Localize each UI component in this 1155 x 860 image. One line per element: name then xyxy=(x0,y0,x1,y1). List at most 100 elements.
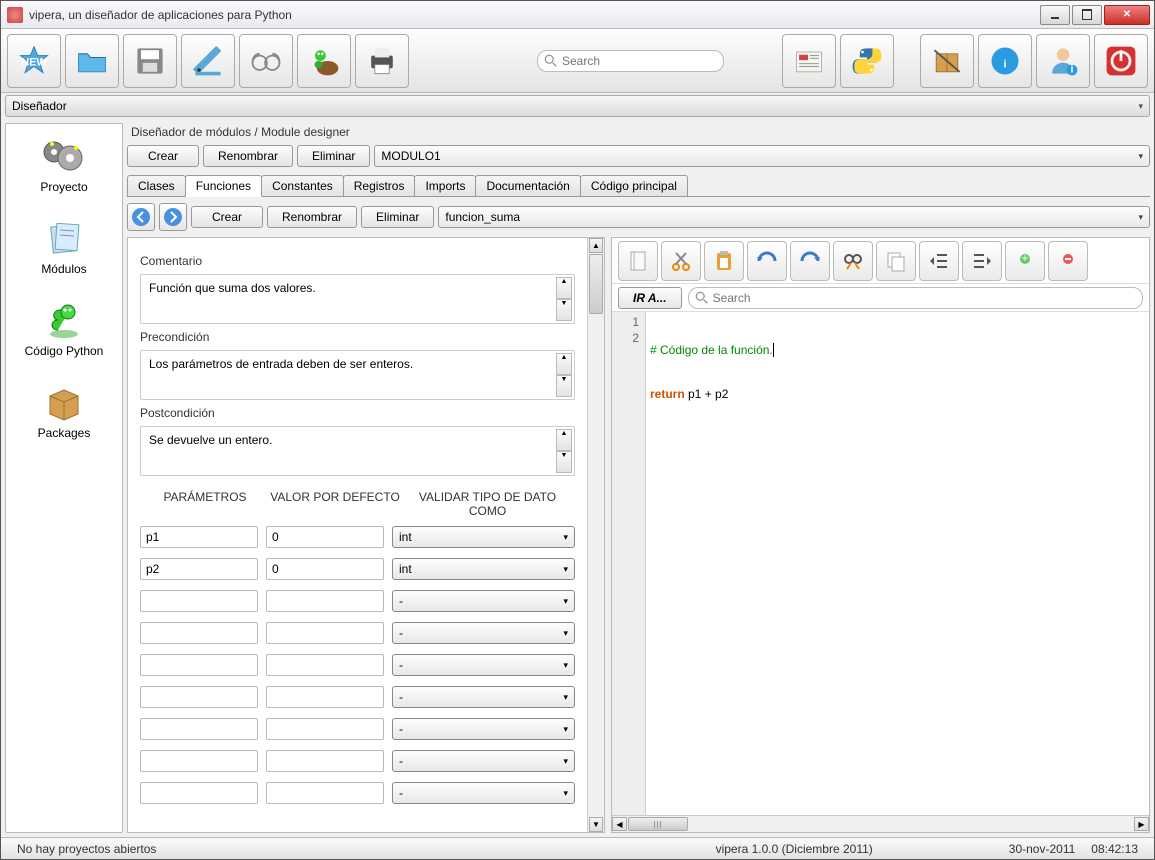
window-close-button[interactable] xyxy=(1104,5,1150,25)
comentario-field[interactable]: Función que suma dos valores. ▲▼ xyxy=(140,274,575,324)
nav-back-button[interactable] xyxy=(127,203,155,231)
param-type-combo[interactable]: - xyxy=(392,750,575,772)
ruler-button[interactable] xyxy=(181,34,235,88)
window-title: vipera, un diseñador de aplicaciones par… xyxy=(29,8,1038,22)
goto-button[interactable]: IR A... xyxy=(618,287,682,309)
python-button[interactable] xyxy=(840,34,894,88)
module-delete-button[interactable]: Eliminar xyxy=(297,145,370,167)
nav-codigo-python[interactable]: Código Python xyxy=(6,296,122,362)
param-name-input[interactable] xyxy=(140,526,258,548)
package-button[interactable] xyxy=(920,34,974,88)
param-type-combo[interactable]: int xyxy=(392,558,575,580)
editor-search-input[interactable] xyxy=(713,291,1136,305)
param-col-header: PARÁMETROS xyxy=(140,490,270,518)
new-button[interactable]: NEW xyxy=(7,34,61,88)
param-type-combo[interactable]: - xyxy=(392,782,575,804)
param-name-input[interactable] xyxy=(140,590,258,612)
form-scrollbar[interactable]: ▲▼ xyxy=(587,238,604,832)
spin-down-icon[interactable]: ▼ xyxy=(556,299,572,321)
user-button[interactable]: i xyxy=(1036,34,1090,88)
nav-proyecto[interactable]: Proyecto xyxy=(6,132,122,198)
postcond-field[interactable]: Se devuelve un entero. ▲▼ xyxy=(140,426,575,476)
power-button[interactable] xyxy=(1094,34,1148,88)
param-name-input[interactable] xyxy=(140,686,258,708)
param-default-input[interactable] xyxy=(266,526,384,548)
tab-registros[interactable]: Registros xyxy=(343,175,416,196)
editor-search[interactable] xyxy=(688,287,1143,309)
toolbar-search[interactable] xyxy=(537,50,724,72)
editor-hscrollbar[interactable]: ◀|||▶ xyxy=(612,815,1149,832)
toolbar-search-input[interactable] xyxy=(562,54,717,68)
info-button[interactable]: i xyxy=(978,34,1032,88)
status-time: 08:42:13 xyxy=(1083,842,1146,856)
tab-codigo-principal[interactable]: Código principal xyxy=(580,175,688,196)
editor-copy-icon[interactable] xyxy=(876,241,916,281)
param-type-combo[interactable]: - xyxy=(392,686,575,708)
param-name-input[interactable] xyxy=(140,654,258,676)
module-create-button[interactable]: Crear xyxy=(127,145,199,167)
function-form-pane: Comentario Función que suma dos valores.… xyxy=(127,237,605,833)
editor-cut-icon[interactable] xyxy=(661,241,701,281)
tab-imports[interactable]: Imports xyxy=(414,175,476,196)
news-button[interactable] xyxy=(782,34,836,88)
func-delete-button[interactable]: Eliminar xyxy=(361,206,434,228)
param-default-input[interactable] xyxy=(266,558,384,580)
module-rename-button[interactable]: Renombrar xyxy=(203,145,293,167)
tab-documentacion[interactable]: Documentación xyxy=(475,175,580,196)
editor-find-icon[interactable] xyxy=(833,241,873,281)
window-minimize-button[interactable] xyxy=(1040,5,1070,25)
code-editor[interactable]: 1 2 # Código de la función. return p1 + … xyxy=(612,312,1149,815)
editor-new-icon[interactable] xyxy=(618,241,658,281)
param-type-combo[interactable]: - xyxy=(392,622,575,644)
status-bar: No hay proyectos abiertos vipera 1.0.0 (… xyxy=(1,837,1154,859)
precond-field[interactable]: Los parámetros de entrada deben de ser e… xyxy=(140,350,575,400)
save-button[interactable] xyxy=(123,34,177,88)
editor-outdent-icon[interactable] xyxy=(919,241,959,281)
param-default-input[interactable] xyxy=(266,622,384,644)
glasses-button[interactable] xyxy=(239,34,293,88)
spin-up-icon[interactable]: ▲ xyxy=(556,277,572,299)
svg-text:NEW: NEW xyxy=(21,56,47,68)
param-name-input[interactable] xyxy=(140,558,258,580)
window-titlebar: vipera, un diseñador de aplicaciones par… xyxy=(1,1,1154,29)
editor-remove-icon[interactable] xyxy=(1048,241,1088,281)
default-col-header: VALOR POR DEFECTO xyxy=(270,490,400,518)
param-default-input[interactable] xyxy=(266,750,384,772)
param-type-combo[interactable]: - xyxy=(392,654,575,676)
tab-constantes[interactable]: Constantes xyxy=(261,175,344,196)
param-row: - xyxy=(140,750,575,772)
param-name-input[interactable] xyxy=(140,782,258,804)
func-create-button[interactable]: Crear xyxy=(191,206,263,228)
open-button[interactable] xyxy=(65,34,119,88)
param-default-input[interactable] xyxy=(266,686,384,708)
param-type-combo[interactable]: int xyxy=(392,526,575,548)
window-maximize-button[interactable] xyxy=(1072,5,1102,25)
nav-modulos[interactable]: Módulos xyxy=(6,214,122,280)
tab-clases[interactable]: Clases xyxy=(127,175,186,196)
tab-funciones[interactable]: Funciones xyxy=(185,175,262,197)
editor-redo-icon[interactable] xyxy=(790,241,830,281)
nav-packages[interactable]: Packages xyxy=(6,378,122,444)
param-default-input[interactable] xyxy=(266,590,384,612)
param-type-combo[interactable]: - xyxy=(392,718,575,740)
module-name-combo[interactable]: MODULO1 xyxy=(374,145,1150,167)
editor-paste-icon[interactable] xyxy=(704,241,744,281)
param-default-input[interactable] xyxy=(266,718,384,740)
search-icon xyxy=(695,291,709,305)
param-default-input[interactable] xyxy=(266,782,384,804)
param-name-input[interactable] xyxy=(140,622,258,644)
func-name-combo[interactable]: funcion_suma xyxy=(438,206,1150,228)
editor-add-icon[interactable]: + xyxy=(1005,241,1045,281)
snake-button[interactable] xyxy=(297,34,351,88)
nav-forward-button[interactable] xyxy=(159,203,187,231)
func-rename-button[interactable]: Renombrar xyxy=(267,206,357,228)
editor-undo-icon[interactable] xyxy=(747,241,787,281)
designer-dropdown[interactable]: Diseñador xyxy=(5,95,1150,117)
print-button[interactable] xyxy=(355,34,409,88)
param-name-input[interactable] xyxy=(140,750,258,772)
editor-indent-icon[interactable] xyxy=(962,241,1002,281)
param-type-combo[interactable]: - xyxy=(392,590,575,612)
param-default-input[interactable] xyxy=(266,654,384,676)
param-name-input[interactable] xyxy=(140,718,258,740)
svg-text:i: i xyxy=(1004,58,1007,70)
